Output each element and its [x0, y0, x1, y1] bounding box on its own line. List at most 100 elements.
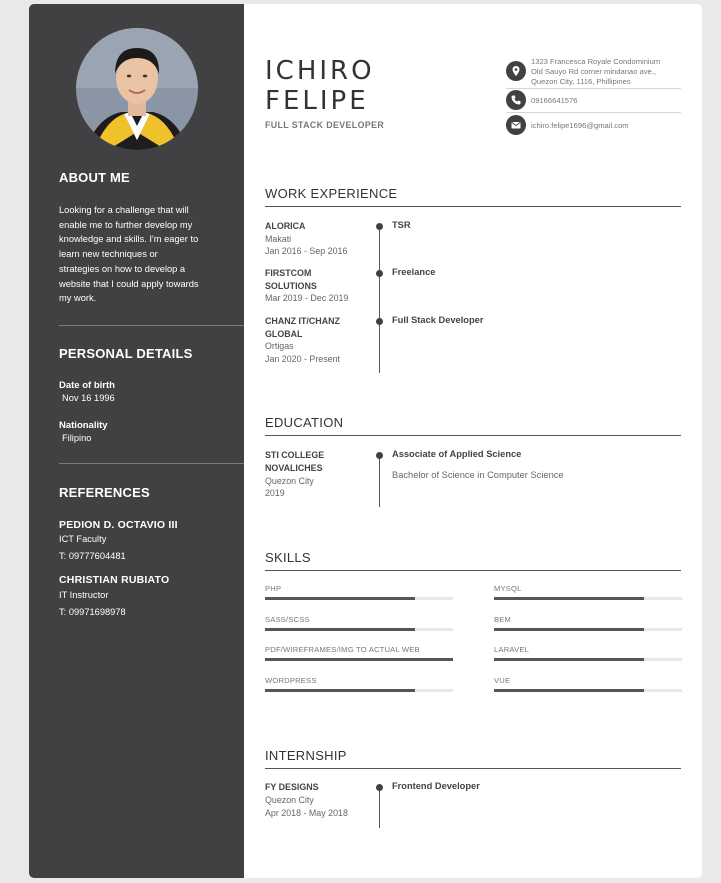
sidebar: ABOUT ME Looking for a challenge that wi… — [29, 4, 244, 878]
timeline-line — [379, 225, 380, 373]
work-role: Freelance — [392, 267, 436, 277]
name-first: ICHIRO — [265, 56, 375, 86]
address-line: Old Sauyo Rd corner mindanao ave., — [531, 67, 656, 76]
avatar — [76, 28, 198, 150]
work-experience-title: WORK EXPERIENCE — [265, 186, 398, 201]
skill-name: MYSQL — [494, 584, 522, 593]
work-dates: Mar 2019 - Dec 2019 — [265, 293, 349, 303]
section-divider — [265, 570, 681, 571]
reference-position: IT Instructor — [59, 590, 109, 600]
about-line: my work. — [59, 293, 97, 304]
skill-bar-fill — [494, 597, 645, 600]
about-line: website that I could apply towards — [59, 278, 199, 289]
skill-bar — [265, 627, 453, 631]
skill-bar-fill — [265, 688, 416, 692]
sidebar-divider — [59, 325, 244, 326]
address-line: Quezon City, 1116, Phillipines — [531, 77, 631, 86]
timeline-dot — [376, 452, 383, 459]
contact-email: ichiro.felipe1696@gmail.com — [531, 121, 629, 130]
skill-bar — [494, 658, 682, 661]
about-line: learn new techniques or — [59, 249, 158, 260]
skill-bar-fill — [265, 658, 453, 661]
work-dates: Jan 2016 - Sep 2016 — [265, 246, 348, 256]
skill-name: PHP — [265, 584, 282, 593]
mail-icon — [506, 115, 526, 135]
education-year: 2019 — [265, 488, 285, 498]
job-title: FULL STACK DEVELOPER — [265, 120, 385, 130]
skill-name: LARAVEL — [494, 645, 530, 654]
education-degree: Bachelor of Science in Computer Science — [392, 470, 564, 480]
dob-value: Nov 16 1996 — [62, 393, 115, 403]
reference-name: PEDION D. OCTAVIO III — [59, 519, 178, 531]
location-pin-icon — [506, 61, 526, 81]
education-degree: Associate of Applied Science — [392, 449, 522, 459]
about-line: Looking for a challenge that will — [59, 205, 189, 215]
contact-divider — [506, 88, 681, 89]
work-org: FIRSTCOM SOLUTIONS — [265, 268, 317, 291]
contact-divider — [506, 112, 681, 113]
timeline-dot — [376, 784, 383, 791]
about-title: ABOUT ME — [59, 170, 130, 185]
skill-bar — [494, 627, 682, 631]
skill-bar — [265, 658, 453, 661]
about-line: knowledge and skills. I'm eager to — [59, 234, 199, 245]
internship-role: Frontend Developer — [392, 781, 480, 791]
work-org: CHANZ IT/CHANZ GLOBAL — [265, 316, 340, 339]
internship-location: Quezon City — [265, 795, 314, 805]
contact-phone: 09166641576 — [531, 96, 578, 105]
address-line: 1323 Francesca Royale Condominium — [531, 57, 661, 66]
references-title: REFERENCES — [59, 485, 150, 500]
timeline-line — [379, 454, 380, 507]
skill-bar — [494, 688, 682, 692]
timeline-dot — [376, 318, 383, 325]
education-location: Quezon City — [265, 476, 314, 486]
internship-dates: Apr 2018 - May 2018 — [265, 808, 348, 818]
skill-bar — [265, 597, 453, 600]
skill-bar-fill — [494, 688, 645, 692]
skill-name: SASS/SCSS — [265, 614, 310, 624]
about-line: enable me to further develop my — [59, 219, 193, 230]
resume-paper: ABOUT ME Looking for a challenge that wi… — [29, 4, 702, 878]
education-title: EDUCATION — [265, 415, 344, 430]
work-org: ALORICA — [265, 221, 306, 231]
about-text: Looking for a challenge that will enable… — [59, 203, 219, 306]
nationality-value: Filipino — [62, 433, 92, 443]
section-divider — [265, 435, 681, 436]
reference-phone: T: 09971698978 — [59, 607, 126, 617]
skill-name: VUE — [494, 675, 511, 685]
skill-bar-fill — [265, 627, 416, 631]
internship-org: FY DESIGNS — [265, 782, 319, 792]
work-location: Makati — [265, 234, 292, 244]
skill-bar-fill — [265, 597, 416, 600]
skill-bar-fill — [494, 658, 645, 661]
reference-phone: T: 09777604481 — [59, 551, 126, 561]
skill-bar-fill — [494, 627, 645, 631]
sidebar-divider — [59, 463, 244, 464]
skill-bar — [494, 597, 682, 600]
timeline-dot — [376, 270, 383, 277]
timeline-line — [379, 786, 380, 828]
work-role: Full Stack Developer — [392, 315, 484, 325]
reference-name: CHRISTIAN RUBIATO — [59, 574, 170, 586]
contact-address: 1323 Francesca Royale Condominium Old Sa… — [531, 57, 660, 87]
timeline-dot — [376, 223, 383, 230]
phone-icon — [506, 90, 526, 110]
internship-title: INTERNSHIP — [265, 748, 347, 763]
skill-name: WORDPRESS — [265, 675, 317, 685]
skills-title: SKILLS — [265, 550, 311, 565]
education-org: STI COLLEGE NOVALICHES — [265, 450, 325, 473]
work-role: TSR — [392, 220, 411, 230]
reference-position: ICT Faculty — [59, 534, 107, 544]
work-dates: Jan 2020 - Present — [265, 354, 340, 364]
work-location: Ortigas — [265, 341, 294, 351]
about-line: strategies on how to develop a — [59, 263, 186, 274]
section-divider — [265, 768, 681, 769]
personal-details-title: PERSONAL DETAILS — [59, 346, 193, 361]
skill-bar — [265, 688, 453, 692]
section-divider — [265, 206, 681, 207]
skill-name: BEM — [494, 614, 512, 624]
skill-name: PDF/WIREFRAMES/IMG TO ACTUAL WEB — [265, 645, 420, 654]
name-last: FELIPE — [265, 86, 369, 116]
nationality-label: Nationality — [59, 420, 108, 431]
dob-label: Date of birth — [59, 380, 115, 391]
